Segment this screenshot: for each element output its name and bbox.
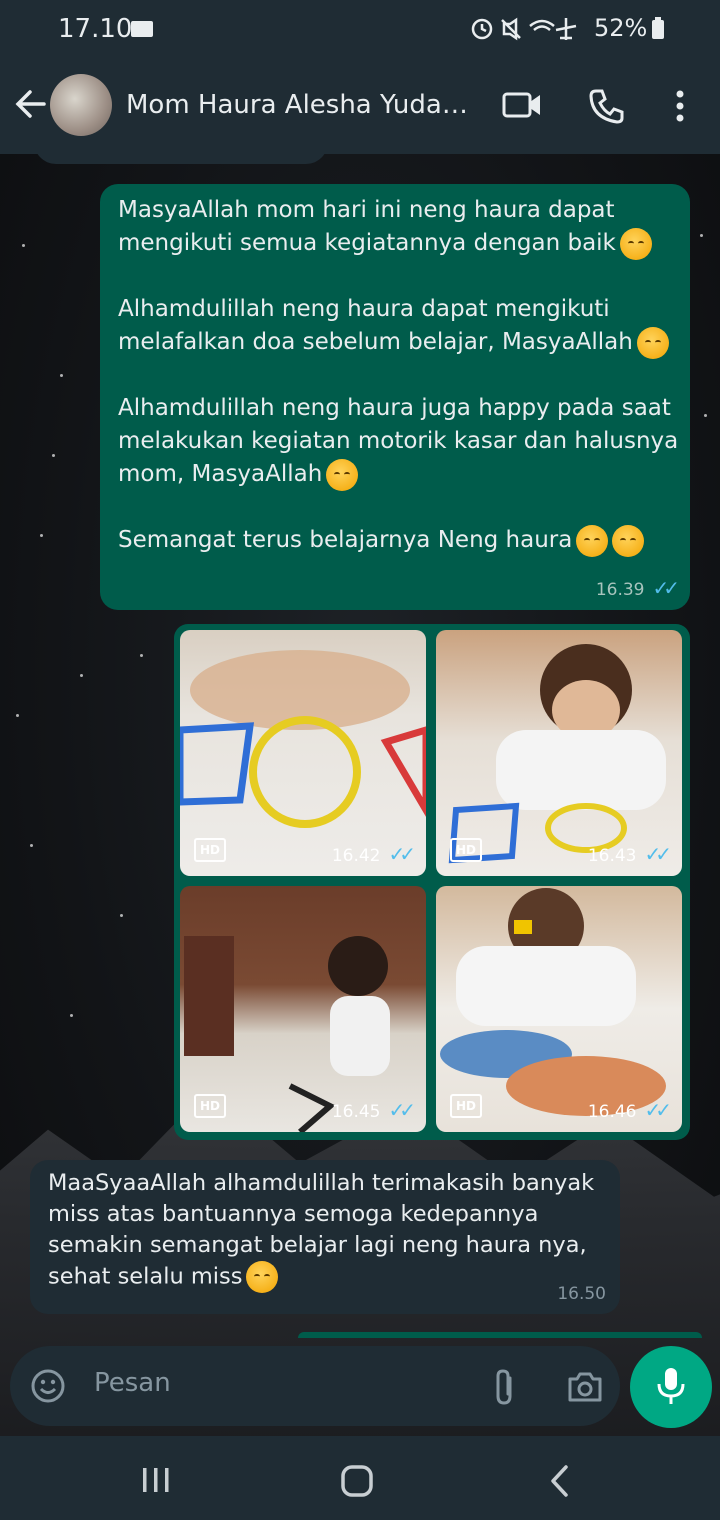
read-ticks-icon: ✓✓ xyxy=(652,576,679,600)
message-text: MaaSyaaAllah alhamdulillah terimakasih b… xyxy=(48,1168,594,1293)
previous-message-edge xyxy=(34,154,328,164)
message-line: Semangat terus belajarnya Neng haura xyxy=(118,527,573,553)
battery-icon xyxy=(652,17,664,39)
chat-title[interactable]: Mom Haura Alesha Yudadar... xyxy=(126,90,478,120)
status-bar: 17.10 52% xyxy=(0,0,720,58)
media-meta: 16.43 ✓✓ xyxy=(587,842,672,866)
folder-icon xyxy=(131,21,153,37)
system-nav-bar xyxy=(0,1436,720,1520)
media-grid-bubble: HD 16.42 ✓✓ HD 16.43 ✓✓ HD 16.45 ✓✓ HD 1… xyxy=(174,624,690,1140)
read-ticks-icon: ✓✓ xyxy=(388,1098,415,1122)
back-arrow-icon[interactable] xyxy=(14,87,48,121)
hd-badge: HD xyxy=(450,1094,482,1118)
voice-message-button[interactable] xyxy=(630,1346,712,1428)
message-time: 16.50 xyxy=(557,1284,606,1304)
message-input[interactable]: Pesan xyxy=(94,1368,171,1398)
hd-badge: HD xyxy=(450,838,482,862)
message-line: Alhamdulillah neng haura dapat mengikuti xyxy=(118,296,610,322)
video-call-icon[interactable] xyxy=(502,90,542,120)
message-line: melafalkan doa sebelum belajar, MasyaAll… xyxy=(118,329,633,355)
message-bubble-outgoing[interactable]: MasyaAllah mom hari ini neng haura dapat… xyxy=(100,184,690,610)
message-line: Alhamdulillah neng haura juga happy pada… xyxy=(118,395,671,421)
hugging-face-emoji xyxy=(612,524,645,557)
emoji-icon[interactable] xyxy=(30,1368,66,1404)
avatar[interactable] xyxy=(50,74,112,136)
message-time: 16.39 xyxy=(595,580,645,600)
phone-icon[interactable] xyxy=(588,88,624,124)
read-ticks-icon: ✓✓ xyxy=(388,842,415,866)
next-message-edge xyxy=(298,1332,702,1338)
media-thumbnail[interactable]: HD 16.42 ✓✓ xyxy=(180,630,426,876)
status-icons xyxy=(471,17,577,41)
heart-eyes-emoji xyxy=(246,1261,279,1293)
mic-icon xyxy=(657,1368,685,1404)
media-thumbnail[interactable]: HD 16.45 ✓✓ xyxy=(180,886,426,1132)
heart-eyes-emoji xyxy=(576,524,609,557)
message-line: melakukan kegiatan motorik kasar dan hal… xyxy=(118,428,679,454)
media-meta: 16.42 ✓✓ xyxy=(331,842,416,866)
back-nav-icon[interactable] xyxy=(548,1464,572,1498)
media-thumbnail[interactable]: HD 16.46 ✓✓ xyxy=(436,886,682,1132)
hd-badge: HD xyxy=(194,1094,226,1118)
message-text: MasyaAllah mom hari ini neng haura dapat… xyxy=(118,194,678,557)
media-meta: 16.45 ✓✓ xyxy=(331,1098,416,1122)
message-line: mom, MasyaAllah xyxy=(118,461,323,487)
smiling-face-emoji xyxy=(326,458,359,491)
message-meta: 16.39 ✓✓ xyxy=(595,576,680,600)
message-input-bar[interactable]: Pesan xyxy=(10,1346,620,1426)
recent-apps-icon[interactable] xyxy=(140,1466,172,1494)
message-line: sehat selalu miss xyxy=(48,1263,243,1290)
media-thumbnail[interactable]: HD 16.43 ✓✓ xyxy=(436,630,682,876)
message-line: MaaSyaaAllah alhamdulillah terimakasih b… xyxy=(48,1170,595,1196)
smiling-face-emoji xyxy=(636,326,669,359)
status-time: 17.10 xyxy=(58,14,133,44)
message-line: MasyaAllah mom hari ini neng haura dapat xyxy=(118,197,615,223)
airplane-icon xyxy=(555,18,577,40)
camera-icon[interactable] xyxy=(566,1370,604,1404)
message-bubble-incoming[interactable]: MaaSyaaAllah alhamdulillah terimakasih b… xyxy=(30,1160,620,1314)
media-meta: 16.46 ✓✓ xyxy=(587,1098,672,1122)
message-line: mengikuti semua kegiatannya dengan baik xyxy=(118,230,616,256)
more-vert-icon[interactable] xyxy=(674,90,686,122)
home-icon[interactable] xyxy=(340,1464,374,1498)
read-ticks-icon: ✓✓ xyxy=(644,1098,671,1122)
smiling-face-emoji xyxy=(619,227,652,260)
battery-percent: 52% xyxy=(594,14,648,42)
attach-icon[interactable] xyxy=(490,1368,518,1406)
message-line: miss atas bantuannya semoga kedepannya xyxy=(48,1201,539,1227)
hd-badge: HD xyxy=(194,838,226,862)
message-line: semakin semangat belajar lagi neng haura… xyxy=(48,1232,587,1258)
read-ticks-icon: ✓✓ xyxy=(644,842,671,866)
